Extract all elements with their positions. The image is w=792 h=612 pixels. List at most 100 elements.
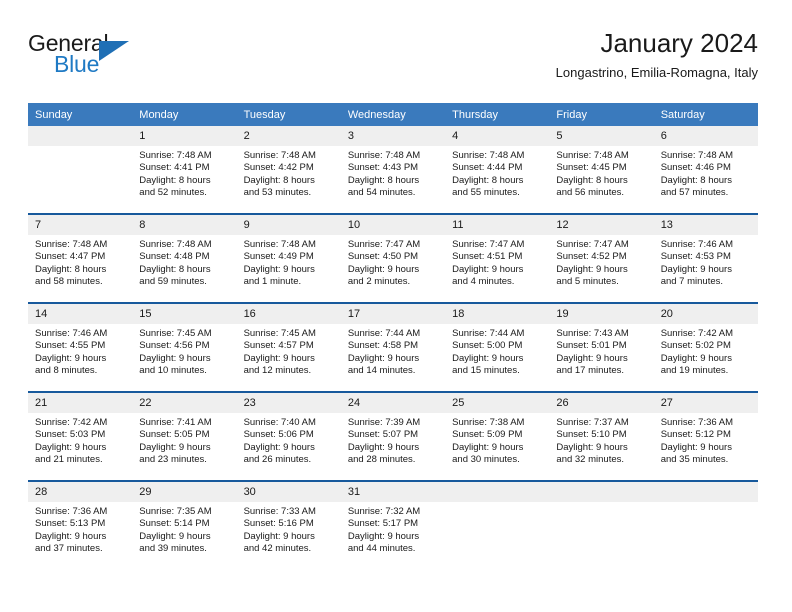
calendar-day-cell[interactable]: 23 Sunrise: 7:40 AM Sunset: 5:06 PM Dayligh…: [236, 391, 341, 481]
calendar-day-cell[interactable]: 11 Sunrise: 7:47 AM Sunset: 4:51 PM Dayligh…: [445, 213, 550, 303]
daylight-text-line1: Daylight: 9 hours: [452, 352, 524, 364]
day-details: Sunrise: 7:46 AM Sunset: 4:53 PM Daylight:…: [654, 235, 758, 289]
sunrise-text: Sunrise: 7:48 AM: [139, 239, 212, 250]
day-details: Sunrise: 7:40 AM Sunset: 5:06 PM Daylight:…: [237, 413, 341, 467]
day-number: 11: [445, 215, 550, 235]
calendar-week-row: 1 Sunrise: 7:48 AM Sunset: 4:41 PM Daylight…: [28, 126, 758, 214]
calendar-day-cell[interactable]: 10 Sunrise: 7:47 AM Sunset: 4:50 PM Dayligh…: [340, 213, 446, 303]
weekday-header-tuesday: Tuesday: [236, 103, 341, 126]
daylight-text-line2: and 15 minutes.: [452, 365, 520, 377]
sunrise-text: Sunrise: 7:48 AM: [660, 150, 734, 161]
weekday-header-friday: Friday: [549, 103, 654, 126]
day-number: 12: [549, 215, 654, 235]
brand-logo[interactable]: General Blue: [28, 30, 168, 86]
day-details: Sunrise: 7:36 AM Sunset: 5:13 PM Daylight:…: [28, 502, 132, 556]
daylight-text-line2: and 35 minutes.: [660, 454, 729, 466]
brand-name-blue: Blue: [54, 51, 100, 77]
daylight-text-line1: Daylight: 8 hours: [243, 174, 315, 186]
sunrise-text: Sunrise: 7:48 AM: [35, 239, 108, 250]
day-details: Sunrise: 7:48 AM Sunset: 4:41 PM Daylight:…: [132, 146, 236, 200]
calendar-day-cell[interactable]: 5 Sunrise: 7:48 AM Sunset: 4:45 PM Daylight…: [549, 126, 654, 214]
daylight-text-line1: Daylight: 9 hours: [243, 352, 315, 364]
day-details: Sunrise: 7:48 AM Sunset: 4:43 PM Daylight:…: [341, 146, 445, 200]
calendar-day-cell[interactable]: 17 Sunrise: 7:44 AM Sunset: 4:58 PM Dayligh…: [340, 302, 446, 392]
day-number: 1: [132, 126, 237, 146]
calendar-day-cell[interactable]: 2 Sunrise: 7:48 AM Sunset: 4:42 PM Daylight…: [236, 126, 341, 214]
calendar-day-cell[interactable]: 3 Sunrise: 7:48 AM Sunset: 4:43 PM Daylight…: [340, 126, 446, 214]
weekday-header-wednesday: Wednesday: [340, 103, 446, 126]
daylight-text-line1: Daylight: 9 hours: [660, 352, 732, 364]
sunrise-text: Sunrise: 7:32 AM: [347, 506, 421, 517]
calendar-header-row: Sunday Monday Tuesday Wednesday Thursday…: [28, 103, 758, 126]
calendar-day-cell[interactable]: 21 Sunrise: 7:42 AM Sunset: 5:03 PM Dayligh…: [28, 391, 133, 481]
day-number: 8: [132, 215, 237, 235]
calendar-day-cell[interactable]: 1 Sunrise: 7:48 AM Sunset: 4:41 PM Daylight…: [132, 126, 237, 214]
sunrise-text: Sunrise: 7:44 AM: [452, 328, 525, 339]
day-details: Sunrise: 7:41 AM Sunset: 5:05 PM Daylight:…: [132, 413, 236, 467]
calendar-day-cell[interactable]: 22 Sunrise: 7:41 AM Sunset: 5:05 PM Dayligh…: [132, 391, 237, 481]
calendar-day-cell[interactable]: 7 Sunrise: 7:48 AM Sunset: 4:47 PM Daylight…: [28, 213, 133, 303]
weekday-header-saturday: Saturday: [653, 103, 758, 126]
daylight-text-line1: Daylight: 9 hours: [243, 441, 315, 453]
daylight-text-line2: and 21 minutes.: [35, 454, 103, 466]
calendar-day-cell[interactable]: 9 Sunrise: 7:48 AM Sunset: 4:49 PM Daylight…: [236, 213, 341, 303]
day-details: Sunrise: 7:47 AM Sunset: 4:51 PM Daylight:…: [445, 235, 549, 289]
day-number: 27: [653, 393, 758, 413]
sunset-text: Sunset: 4:47 PM: [35, 251, 106, 263]
sunset-text: Sunset: 5:03 PM: [35, 429, 106, 441]
sunset-text: Sunset: 4:46 PM: [660, 162, 731, 174]
day-details: Sunrise: 7:38 AM Sunset: 5:09 PM Daylight:…: [445, 413, 549, 467]
daylight-text-line1: Daylight: 9 hours: [139, 530, 211, 542]
day-number: 7: [28, 215, 133, 235]
day-details: Sunrise: 7:33 AM Sunset: 5:16 PM Daylight:…: [237, 502, 341, 556]
calendar-day-cell-empty: [653, 480, 758, 569]
calendar-day-cell[interactable]: 26 Sunrise: 7:37 AM Sunset: 5:10 PM Dayligh…: [549, 391, 654, 481]
sunset-text: Sunset: 5:00 PM: [452, 340, 523, 352]
sunset-text: Sunset: 5:10 PM: [556, 429, 627, 441]
daylight-text-line2: and 44 minutes.: [347, 543, 416, 555]
daylight-text-line1: Daylight: 9 hours: [452, 441, 524, 453]
calendar-day-cell[interactable]: 6 Sunrise: 7:48 AM Sunset: 4:46 PM Daylight…: [653, 126, 758, 214]
calendar-day-cell[interactable]: 18 Sunrise: 7:44 AM Sunset: 5:00 PM Dayligh…: [445, 302, 550, 392]
calendar-day-cell[interactable]: 4 Sunrise: 7:48 AM Sunset: 4:44 PM Daylight…: [445, 126, 550, 214]
sunrise-text: Sunrise: 7:41 AM: [139, 417, 212, 428]
day-details: Sunrise: 7:44 AM Sunset: 4:58 PM Daylight:…: [341, 324, 445, 378]
day-details: Sunrise: 7:48 AM Sunset: 4:46 PM Daylight:…: [654, 146, 758, 200]
calendar-day-cell[interactable]: 19 Sunrise: 7:43 AM Sunset: 5:01 PM Dayligh…: [549, 302, 654, 392]
daylight-text-line2: and 58 minutes.: [35, 276, 103, 288]
calendar-day-cell[interactable]: 13 Sunrise: 7:46 AM Sunset: 4:53 PM Dayligh…: [653, 213, 758, 303]
daylight-text-line1: Daylight: 9 hours: [243, 530, 315, 542]
calendar-day-cell[interactable]: 28 Sunrise: 7:36 AM Sunset: 5:13 PM Dayligh…: [28, 480, 133, 569]
daylight-text-line1: Daylight: 9 hours: [243, 263, 315, 275]
calendar-day-cell[interactable]: 29 Sunrise: 7:35 AM Sunset: 5:14 PM Dayligh…: [132, 480, 237, 569]
day-number: 15: [132, 304, 237, 324]
sunrise-text: Sunrise: 7:33 AM: [243, 506, 316, 517]
sunrise-text: Sunrise: 7:43 AM: [556, 328, 629, 339]
sunrise-text: Sunrise: 7:47 AM: [347, 239, 421, 250]
calendar-day-cell[interactable]: 31 Sunrise: 7:32 AM Sunset: 5:17 PM Dayligh…: [340, 480, 446, 569]
day-number: 31: [340, 482, 446, 502]
daylight-text-line1: Daylight: 8 hours: [347, 174, 420, 186]
calendar-day-cell[interactable]: 15 Sunrise: 7:45 AM Sunset: 4:56 PM Dayligh…: [132, 302, 237, 392]
calendar-day-cell[interactable]: 24 Sunrise: 7:39 AM Sunset: 5:07 PM Dayligh…: [340, 391, 446, 481]
day-details: Sunrise: 7:36 AM Sunset: 5:12 PM Daylight:…: [654, 413, 758, 467]
sunrise-text: Sunrise: 7:42 AM: [35, 417, 108, 428]
day-details: Sunrise: 7:32 AM Sunset: 5:17 PM Daylight:…: [341, 502, 445, 556]
calendar-day-cell[interactable]: 20 Sunrise: 7:42 AM Sunset: 5:02 PM Dayligh…: [653, 302, 758, 392]
sunset-text: Sunset: 4:41 PM: [139, 162, 210, 174]
calendar-day-cell[interactable]: 25 Sunrise: 7:38 AM Sunset: 5:09 PM Dayligh…: [445, 391, 550, 481]
calendar-day-cell[interactable]: 16 Sunrise: 7:45 AM Sunset: 4:57 PM Dayligh…: [236, 302, 341, 392]
calendar-day-cell[interactable]: 8 Sunrise: 7:48 AM Sunset: 4:48 PM Daylight…: [132, 213, 237, 303]
day-details: Sunrise: 7:37 AM Sunset: 5:10 PM Daylight:…: [549, 413, 653, 467]
calendar-week-row: 28 Sunrise: 7:36 AM Sunset: 5:13 PM Dayligh…: [28, 480, 758, 569]
calendar-day-cell[interactable]: 27 Sunrise: 7:36 AM Sunset: 5:12 PM Dayligh…: [653, 391, 758, 481]
sunrise-text: Sunrise: 7:48 AM: [243, 239, 316, 250]
calendar-day-cell[interactable]: 14 Sunrise: 7:46 AM Sunset: 4:55 PM Dayligh…: [28, 302, 133, 392]
daylight-text-line2: and 2 minutes.: [347, 276, 411, 288]
day-details: Sunrise: 7:47 AM Sunset: 4:52 PM Daylight:…: [549, 235, 653, 289]
sunrise-text: Sunrise: 7:47 AM: [556, 239, 629, 250]
calendar-day-cell[interactable]: 12 Sunrise: 7:47 AM Sunset: 4:52 PM Dayligh…: [549, 213, 654, 303]
day-number: 26: [549, 393, 654, 413]
sunrise-text: Sunrise: 7:45 AM: [243, 328, 316, 339]
calendar-day-cell[interactable]: 30 Sunrise: 7:33 AM Sunset: 5:16 PM Dayligh…: [236, 480, 341, 569]
